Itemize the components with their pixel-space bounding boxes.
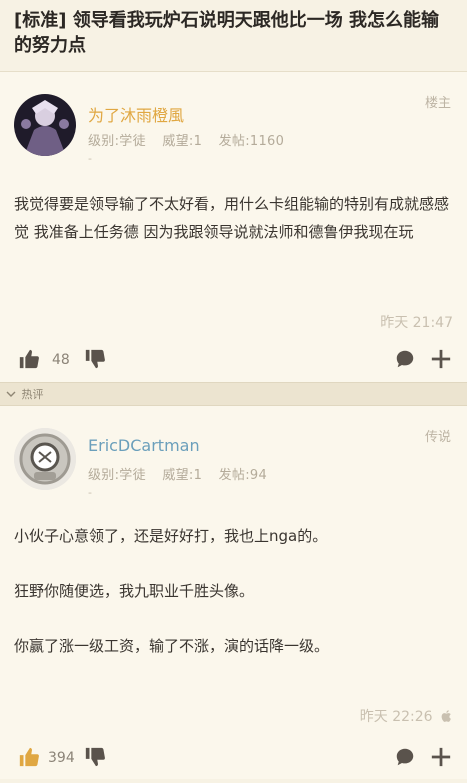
thumb-down-icon[interactable] xyxy=(84,746,106,772)
user-reputation: 威望:1 xyxy=(162,468,203,483)
action-bar: 48 xyxy=(0,342,467,378)
avatar[interactable] xyxy=(14,94,76,156)
hot-comments-header[interactable]: 热评 xyxy=(0,382,467,406)
post-content: 我觉得要是领导输了不太好看，用什么卡组能输的特别有成就感感觉 我准备上任务德 因… xyxy=(14,195,450,241)
reply-content: 小伙子心意领了，还是好好打，我也上nga的。 狂野你随便选，我九职业千胜头像。 … xyxy=(14,522,453,687)
thumb-up-icon[interactable] xyxy=(18,746,40,772)
user-level: 级别:学徒 xyxy=(88,468,146,483)
reply-timestamp: 昨天 22:26 xyxy=(359,709,433,725)
avatar[interactable] xyxy=(14,428,76,490)
floor-label: 传说 xyxy=(424,430,451,445)
op-user-meta: 级别:学徒 威望:1 发帖:1160 xyxy=(88,130,296,149)
thread-title: [标准] 领导看我玩炉石说明天跟他比一场 我怎么能输的努力点 xyxy=(0,0,467,72)
op-post: 为了沐雨橙風 级别:学徒 威望:1 发帖:1160 - 楼主 我觉得要是领导输了… xyxy=(0,72,467,382)
avatar-image xyxy=(14,94,76,156)
plus-icon[interactable] xyxy=(430,348,452,374)
reply-paragraph: 小伙子心意领了，还是好好打，我也上nga的。 xyxy=(14,527,328,545)
avatar-image xyxy=(14,428,76,490)
comment-icon[interactable] xyxy=(394,746,416,772)
op-username[interactable]: 为了沐雨橙風 xyxy=(88,102,184,126)
user-level: 级别:学徒 xyxy=(88,134,146,149)
user-post-count: 发帖:94 xyxy=(218,468,268,483)
thumb-up-icon[interactable] xyxy=(18,348,40,374)
comment-icon[interactable] xyxy=(394,348,416,374)
reply-post: EricDCartman 级别:学徒 威望:1 发帖:94 - 传说 小伙子心意… xyxy=(0,406,467,779)
user-signature: - xyxy=(88,152,92,165)
post-timestamp: 昨天 21:47 xyxy=(380,315,453,331)
reply-timestamp-row: 昨天 22:26 xyxy=(360,706,453,727)
user-signature: - xyxy=(88,486,92,499)
like-count: 48 xyxy=(52,352,70,368)
floor-label: 楼主 xyxy=(424,96,451,111)
reply-username[interactable]: EricDCartman xyxy=(88,436,200,455)
plus-icon[interactable] xyxy=(430,746,452,772)
like-count: 394 xyxy=(48,750,75,766)
reply-paragraph: 你赢了涨一级工资，输了不涨，演的话降一级。 xyxy=(14,637,330,655)
action-bar: 394 xyxy=(0,740,467,776)
reply-paragraph: 狂野你随便选，我九职业千胜头像。 xyxy=(14,582,255,600)
user-reputation: 威望:1 xyxy=(162,134,203,149)
reply-user-meta: 级别:学徒 威望:1 发帖:94 xyxy=(88,464,279,483)
chevron-down-icon xyxy=(6,383,16,407)
hot-comments-label: 热评 xyxy=(21,388,44,401)
thumb-down-icon[interactable] xyxy=(84,348,106,374)
apple-icon xyxy=(441,709,453,727)
user-post-count: 发帖:1160 xyxy=(218,134,285,149)
